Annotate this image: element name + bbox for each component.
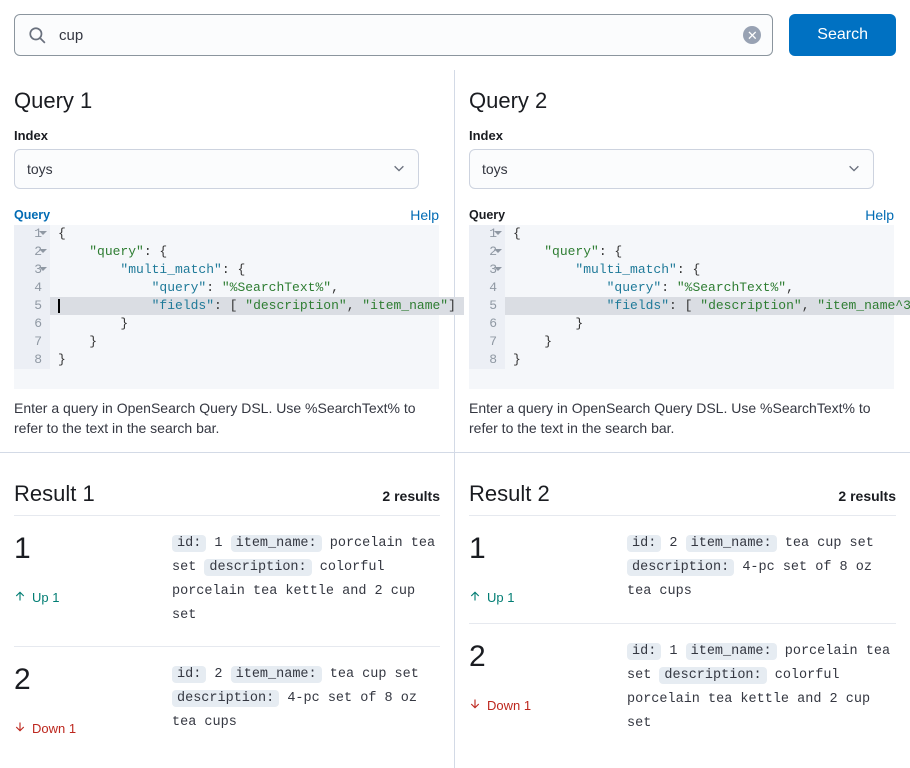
query-label: Query (469, 208, 505, 222)
result-body: id: 1 item_name: porcelain tea set descr… (172, 532, 440, 628)
index-select[interactable]: toys (469, 149, 874, 189)
field-key: id: (172, 535, 206, 552)
result-item: 1 Up 1 id: 2 item_name: tea cup set descri… (469, 515, 896, 623)
query-panel: Query 2 Index toys Query Help 12345678{ "quer… (455, 70, 910, 452)
result-rank: 2 (14, 665, 164, 695)
query-hint: Enter a query in OpenSearch Query DSL. U… (14, 399, 434, 438)
arrow-down-icon (469, 698, 481, 713)
editor-code[interactable]: { "query": { "multi_match": { "query": "… (505, 225, 910, 369)
field-key: id: (172, 666, 206, 683)
chevron-down-icon (847, 161, 861, 178)
index-select[interactable]: toys (14, 149, 419, 189)
result-count: 2 results (838, 488, 896, 504)
search-wrapper: ✕ (14, 14, 773, 56)
field-key: description: (172, 690, 279, 707)
search-input[interactable] (14, 14, 773, 56)
field-key: item_name: (231, 666, 322, 683)
query-editor[interactable]: 12345678{ "query": { "multi_match": { "q… (469, 225, 894, 389)
field-key: id: (627, 643, 661, 660)
query-title: Query 1 (14, 88, 440, 114)
result-item: 2 Down 1 id: 1 item_name: porcelain tea se… (469, 623, 896, 754)
result-body: id: 1 item_name: porcelain tea set descr… (627, 640, 896, 736)
field-key: description: (204, 559, 311, 576)
field-key: description: (627, 559, 734, 576)
result-count: 2 results (382, 488, 440, 504)
field-key: item_name: (686, 643, 777, 660)
result-panel: Result 1 2 results 1 Up 1 id: 1 item_name: p… (0, 453, 455, 768)
field-key: item_name: (231, 535, 322, 552)
rank-change-label: Up 1 (487, 590, 514, 605)
result-title: Result 2 (469, 481, 550, 507)
arrow-up-icon (14, 590, 26, 605)
chevron-down-icon (392, 161, 406, 178)
result-body: id: 2 item_name: tea cup set description… (172, 663, 440, 736)
result-rank: 2 (469, 642, 619, 672)
field-key: id: (627, 535, 661, 552)
editor-gutter: 12345678 (469, 225, 505, 369)
result-rank: 1 (14, 534, 164, 564)
index-value: toys (27, 161, 53, 177)
query-title: Query 2 (469, 88, 896, 114)
editor-gutter: 12345678 (14, 225, 50, 369)
clear-search-icon[interactable]: ✕ (743, 26, 761, 44)
query-editor[interactable]: 12345678{ "query": { "multi_match": { "q… (14, 225, 439, 389)
index-label: Index (469, 128, 896, 143)
result-body: id: 2 item_name: tea cup set description… (627, 532, 896, 605)
result-item: 2 Down 1 id: 2 item_name: tea cup set desc… (14, 646, 440, 754)
result-title: Result 1 (14, 481, 95, 507)
index-value: toys (482, 161, 508, 177)
result-rank: 1 (469, 534, 619, 564)
field-key: description: (659, 667, 766, 684)
arrow-down-icon (14, 721, 26, 736)
rank-change-label: Down 1 (32, 721, 76, 736)
rank-change: Up 1 (469, 590, 619, 605)
rank-change-label: Down 1 (487, 698, 531, 713)
rank-change-label: Up 1 (32, 590, 59, 605)
index-label: Index (14, 128, 440, 143)
query-hint: Enter a query in OpenSearch Query DSL. U… (469, 399, 889, 438)
result-item: 1 Up 1 id: 1 item_name: porcelain tea set … (14, 515, 440, 646)
rank-change: Down 1 (469, 698, 619, 713)
field-key: item_name: (686, 535, 777, 552)
editor-code[interactable]: { "query": { "multi_match": { "query": "… (50, 225, 464, 369)
arrow-up-icon (469, 590, 481, 605)
search-icon (28, 26, 46, 44)
rank-change: Up 1 (14, 590, 164, 605)
query-panel: Query 1 Index toys Query Help 12345678{ "quer… (0, 70, 455, 452)
rank-change: Down 1 (14, 721, 164, 736)
help-link[interactable]: Help (865, 207, 894, 223)
result-panel: Result 2 2 results 1 Up 1 id: 2 item_name: t… (455, 453, 910, 768)
search-button[interactable]: Search (789, 14, 896, 56)
query-label: Query (14, 208, 50, 222)
help-link[interactable]: Help (410, 207, 439, 223)
